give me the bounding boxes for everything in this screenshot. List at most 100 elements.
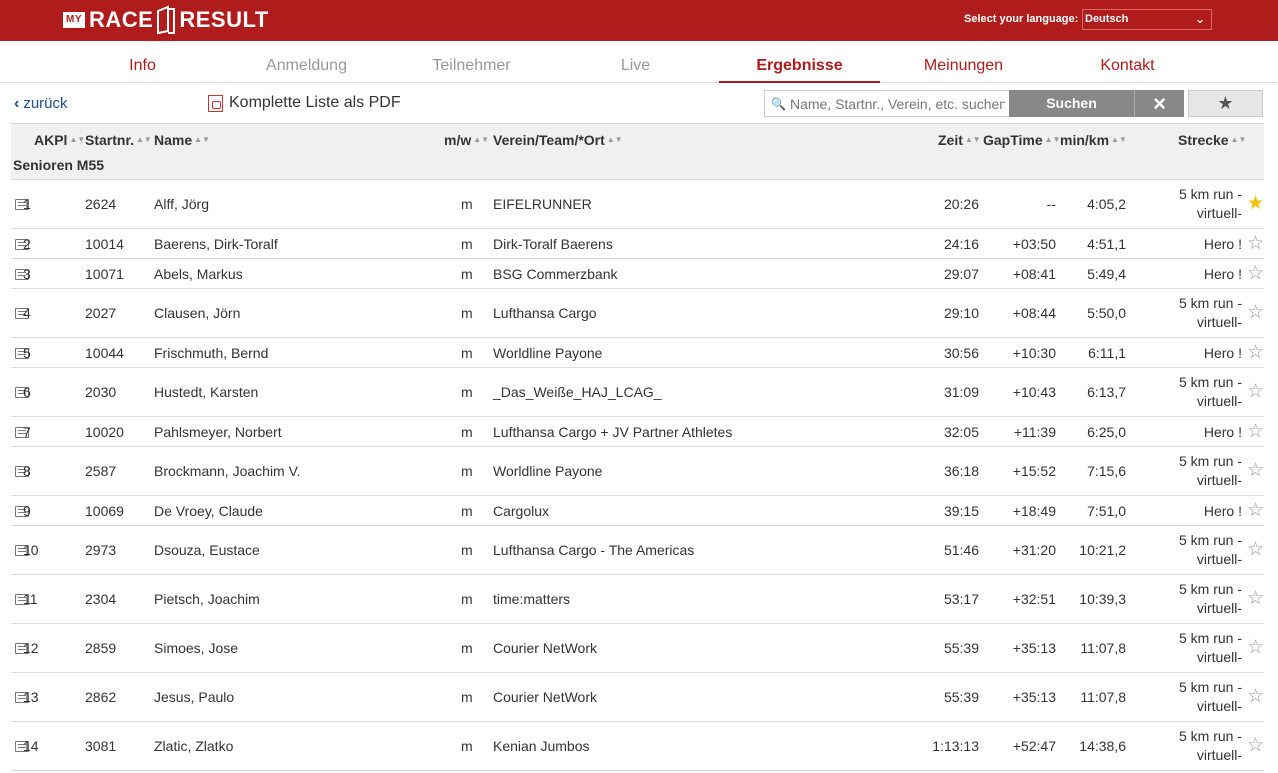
table-row[interactable]: 1 2624 Alff, Jörg m EIFELRUNNER 20:26 -- 4:05,2…: [11, 180, 1264, 229]
name-cell[interactable]: Jesus, Paulo: [154, 689, 234, 705]
zeit-cell: 51:46: [943, 542, 979, 558]
startnr-cell: 2624: [85, 196, 117, 212]
header-gaptime[interactable]: GapTime ▲▼: [983, 132, 1061, 148]
verein-cell: _Das_Weiße_HAJ_LCAG_: [493, 384, 662, 400]
table-row[interactable]: 12 2859 Simoes, Jose m Courier NetWork 55:39 +…: [11, 624, 1264, 673]
star-icon[interactable]: ☆: [1247, 461, 1264, 480]
gender-cell: m: [461, 236, 473, 252]
star-icon[interactable]: ☆: [1247, 736, 1264, 755]
header-mw[interactable]: m/w ▲▼: [444, 132, 489, 148]
search-icon: 🔍: [771, 96, 786, 111]
star-icon[interactable]: ★: [1247, 194, 1264, 213]
table-row[interactable]: 13 2862 Jesus, Paulo m Courier NetWork 55:39 +…: [11, 673, 1264, 722]
verein-cell: Dirk-Toralf Baerens: [493, 236, 613, 252]
name-cell[interactable]: Zlatic, Zlatko: [154, 738, 233, 754]
header-zeit[interactable]: Zeit ▲▼: [938, 132, 981, 148]
star-icon[interactable]: ☆: [1247, 687, 1264, 706]
back-link[interactable]: ‹ zurück: [14, 95, 68, 113]
star-icon[interactable]: ☆: [1247, 343, 1264, 362]
star-icon[interactable]: ☆: [1247, 303, 1264, 322]
table-row[interactable]: 4 2027 Clausen, Jörn m Lufthansa Cargo 29:10 +…: [11, 289, 1264, 338]
star-icon[interactable]: ☆: [1247, 589, 1264, 608]
strecke-cell: 5 km run - virtuell-: [1178, 532, 1242, 567]
star-icon[interactable]: ☆: [1247, 234, 1264, 253]
star-icon[interactable]: ☆: [1247, 264, 1264, 283]
gap-cell: +15:52: [1012, 463, 1056, 479]
name-cell[interactable]: Pietsch, Joachim: [154, 591, 260, 607]
name-cell[interactable]: Clausen, Jörn: [154, 305, 240, 321]
tab-meinungen[interactable]: Meinungen: [883, 41, 1044, 83]
table-row[interactable]: 7 10020 Pahlsmeyer, Norbert m Lufthansa Carg…: [11, 417, 1264, 447]
tab-teilnehmer[interactable]: Teilnehmer: [391, 41, 552, 83]
table-row[interactable]: 8 2587 Brockmann, Joachim V. m Worldline Pay…: [11, 447, 1264, 496]
name-cell[interactable]: Alff, Jörg: [154, 196, 209, 212]
star-icon[interactable]: ☆: [1247, 638, 1264, 657]
table-row[interactable]: 6 2030 Hustedt, Karsten m _Das_Weiße_HAJ_LCA…: [11, 368, 1264, 417]
name-cell[interactable]: Hustedt, Karsten: [154, 384, 258, 400]
language-select[interactable]: Deutsch ⌄: [1082, 9, 1212, 30]
favorites-star-icon[interactable]: ★: [1188, 90, 1263, 117]
header-strecke[interactable]: Strecke ▲▼: [1178, 132, 1246, 148]
search-button[interactable]: Suchen: [1009, 90, 1134, 117]
table-body: 1 2624 Alff, Jörg m EIFELRUNNER 20:26 -- 4:05,2…: [11, 180, 1264, 771]
name-cell[interactable]: De Vroey, Claude: [154, 503, 263, 519]
toolbar: ‹zurück Komplette Liste als PDF 🔍 Suchen…: [0, 83, 1278, 123]
verein-cell: Worldline Payone: [493, 345, 603, 361]
pace-cell: 6:11,1: [1088, 345, 1126, 361]
search-input[interactable]: [789, 95, 1005, 112]
header-verein[interactable]: Verein/Team/*Ort ▲▼: [493, 132, 623, 148]
zeit-cell: 24:16: [943, 236, 979, 252]
sort-icon: ▲▼: [1111, 135, 1127, 144]
table-row[interactable]: 10 2973 Dsouza, Eustace m Lufthansa Cargo - …: [11, 526, 1264, 575]
startnr-cell: 2859: [85, 640, 117, 656]
star-icon[interactable]: ☆: [1247, 501, 1264, 520]
name-cell[interactable]: Brockmann, Joachim V.: [154, 463, 301, 479]
tab-live[interactable]: Live: [555, 41, 716, 83]
star-icon[interactable]: ☆: [1247, 422, 1264, 441]
zeit-cell: 39:15: [943, 503, 979, 519]
table-row[interactable]: 2 10014 Baerens, Dirk-Toralf m Dirk-Toralf B…: [11, 229, 1264, 259]
myraceresult-logo[interactable]: MY RACE RESULT: [63, 4, 269, 36]
startnr-cell: 10020: [85, 424, 124, 440]
table-header: AKPl ▲▼ Startnr. ▲▼ Name ▲▼ m/w ▲▼ Verein/Te…: [11, 123, 1264, 180]
header-mw-label: m/w: [444, 132, 472, 148]
name-cell[interactable]: Frischmuth, Bernd: [154, 345, 268, 361]
rank-cell: 4: [23, 305, 31, 321]
name-cell[interactable]: Pahlsmeyer, Norbert: [154, 424, 282, 440]
chevron-down-icon: ⌄: [1194, 12, 1205, 26]
header-name[interactable]: Name ▲▼: [154, 132, 210, 148]
name-cell[interactable]: Dsouza, Eustace: [154, 542, 260, 558]
table-row[interactable]: 5 10044 Frischmuth, Bernd m Worldline Payone…: [11, 338, 1264, 368]
tab-anmeldung[interactable]: Anmeldung: [226, 41, 387, 83]
results-table: AKPl ▲▼ Startnr. ▲▼ Name ▲▼ m/w ▲▼ Verein/Te…: [11, 123, 1264, 771]
header-akpl[interactable]: AKPl ▲▼: [34, 132, 85, 148]
group-label: Senioren M55: [13, 157, 105, 173]
gender-cell: m: [461, 266, 473, 282]
zeit-cell: 29:10: [943, 305, 979, 321]
tab-ergebnisse[interactable]: Ergebnisse: [719, 41, 880, 83]
header-minkm[interactable]: min/km ▲▼: [1060, 132, 1127, 148]
sort-icon: ▲▼: [194, 135, 210, 144]
tab-info[interactable]: Info: [62, 41, 223, 83]
table-row[interactable]: 9 10069 De Vroey, Claude m Cargolux 39:15 +18:…: [11, 496, 1264, 526]
name-cell[interactable]: Simoes, Jose: [154, 640, 238, 656]
pdf-label: Komplette Liste als PDF: [229, 94, 401, 111]
table-row[interactable]: 14 3081 Zlatic, Zlatko m Kenian Jumbos 1:13:1…: [11, 722, 1264, 771]
gap-cell: +03:50: [1012, 236, 1056, 252]
language-label: Select your language:: [964, 13, 1079, 25]
star-icon[interactable]: ☆: [1247, 382, 1264, 401]
header-startnr[interactable]: Startnr. ▲▼: [85, 132, 152, 148]
star-icon[interactable]: ☆: [1247, 540, 1264, 559]
name-cell[interactable]: Baerens, Dirk-Toralf: [154, 236, 278, 252]
zeit-cell: 20:26: [943, 196, 979, 212]
gap-cell: +32:51: [1012, 591, 1056, 607]
table-row[interactable]: 3 10071 Abels, Markus m BSG Commerzbank 29:07…: [11, 259, 1264, 289]
strecke-cell: Hero !: [1203, 345, 1242, 361]
table-row[interactable]: 11 2304 Pietsch, Joachim m time:matters 53:17…: [11, 575, 1264, 624]
gap-cell: +10:30: [1012, 345, 1056, 361]
tab-kontakt[interactable]: Kontakt: [1047, 41, 1208, 83]
zeit-cell: 55:39: [943, 640, 979, 656]
close-icon[interactable]: ×: [1134, 90, 1184, 117]
pdf-download-link[interactable]: Komplette Liste als PDF: [208, 94, 401, 112]
name-cell[interactable]: Abels, Markus: [154, 266, 243, 282]
